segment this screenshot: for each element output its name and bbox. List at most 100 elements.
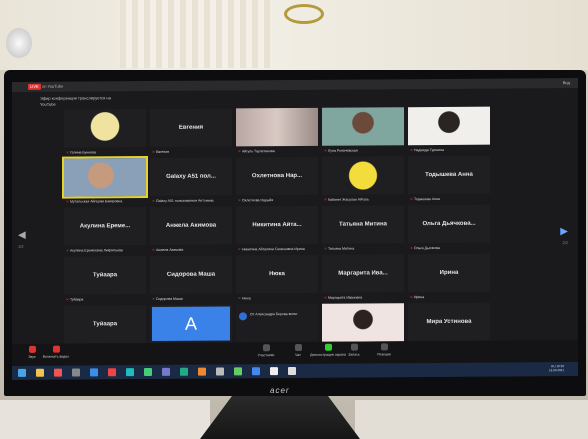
tray-date: 16.09.2021 [548, 368, 564, 373]
taskbar-app-icon[interactable] [234, 367, 242, 376]
participant-label: ✕Галина Бунеева [66, 150, 96, 154]
participant-tile[interactable]: Нюка ✕Нюка [236, 254, 318, 300]
zoom-window: LIVE on YouTube Вид Эфир конференции тра… [12, 78, 578, 380]
participant-tile[interactable]: Ольга Дьячкова... ✕Ольга Дьячкова [408, 204, 490, 250]
toolbar-button-label: Участники [257, 353, 275, 358]
video-grid: ✕Галина Бунеева Евгения ✕Евгения ✕Айгуль Та… [62, 106, 544, 351]
participant-tile[interactable]: Ирина ✕Ирина [408, 253, 490, 299]
taskbar-app-icon[interactable] [126, 368, 134, 377]
taskbar-app-icon[interactable] [288, 366, 296, 376]
curtain [120, 0, 270, 68]
participant-tile[interactable]: ✕Айгуль Таулетинова [236, 107, 318, 153]
toolbar-button[interactable]: Реакции [366, 343, 402, 356]
participant-tile[interactable]: Туйаара✕Туйаара [64, 305, 146, 351]
taskbar-app-icon[interactable] [252, 367, 260, 376]
participant-tile[interactable]: ✕Ирина Гнаска [322, 303, 404, 349]
muted-mic-icon: ✕ [152, 149, 155, 154]
participant-tile[interactable]: От Александра Берова всем:✕Спасибо больш… [236, 303, 318, 349]
participant-tile[interactable]: ✕Кабинет Жасулан Айгуль [322, 156, 404, 202]
toolbar-button[interactable]: Участники [248, 344, 284, 357]
chat-icon [294, 343, 302, 352]
participant-name: Никитина Айта... [252, 221, 302, 229]
participant-label: ✕Луна Роначевская [324, 149, 358, 153]
participant-tile[interactable]: Мира Устинова✕Мира Устинова [408, 302, 490, 348]
muted-mic-icon: ✕ [238, 247, 241, 252]
taskbar-app-icon[interactable] [216, 367, 224, 376]
participant-tile[interactable]: Анжела Акимова ✕Анжела Акимова [150, 206, 232, 252]
participant-label: ✕Маргарита Ивановна [324, 296, 362, 300]
taskbar-app-icon[interactable] [180, 367, 188, 376]
toolbar-button-label: Запись [348, 352, 360, 357]
taskbar-app-icon[interactable] [18, 368, 26, 377]
muted-mic-icon: ✕ [66, 248, 69, 253]
participant-label-text: Надежда Туршина [413, 147, 444, 153]
taskbar-app-icon[interactable] [72, 368, 80, 377]
participant-name: Мира Устинова [426, 318, 472, 326]
muted-mic-icon: ✕ [152, 198, 155, 203]
taskbar-app-icon[interactable] [36, 368, 44, 377]
participant-tile[interactable]: Сидорова Маша ✕Сидорова Маша [150, 255, 232, 301]
participant-label: ✕Охлетнова Нарыйя [238, 198, 273, 202]
participant-tile[interactable]: A✕Александра Бахова [150, 304, 232, 350]
participant-name: Galaxy A51 пол... [166, 173, 216, 180]
participant-tile[interactable]: Охлетнова Нар... ✕Охлетнова Нарыйя [236, 156, 318, 202]
desk-right [355, 400, 588, 439]
participant-tile[interactable]: Евгения ✕Евгения [150, 108, 232, 154]
share-screen-icon [324, 343, 332, 351]
desk-left [0, 400, 210, 439]
participant-label-text: Ольга Дьячкова [413, 245, 440, 251]
prev-page-icon[interactable]: ◀ [18, 230, 26, 241]
participant-video [408, 106, 490, 146]
muted-mic-icon: ✕ [238, 296, 241, 301]
muted-mic-icon: ✕ [66, 199, 69, 204]
participant-tile[interactable]: Тодышева Анна ✕Тодышева Анна [408, 155, 490, 201]
participant-name: Ирина [439, 269, 459, 276]
participant-label-text: Акулина Еремеевна Ликрильева [69, 248, 123, 253]
stream-note: Эфир конференции транслируется на YouTub… [40, 95, 111, 107]
participant-tile[interactable]: Galaxy A51 пол... ✕Galaxy A51 пользовател… [150, 157, 232, 203]
participant-label: ✕Надежда Туршина [410, 148, 444, 152]
avatar: A [152, 306, 230, 341]
participant-tile[interactable]: Маргарита Ива... ✕Маргарита Ивановна [322, 254, 404, 300]
monitor-stand [200, 396, 360, 439]
participant-label-text: Ирина [413, 295, 425, 300]
participant-label: ✕Туйаара [66, 297, 83, 301]
taskbar-app-icon[interactable] [90, 368, 98, 377]
taskbar-app-icon[interactable] [198, 367, 206, 376]
participant-label: ✕Ольга Дьячкова [410, 246, 440, 250]
participant-label-text: Galaxy A51 пользователя Антонина [155, 198, 214, 203]
participant-tile[interactable]: ✕Галина Бунеева [64, 109, 146, 155]
participant-tile[interactable]: Туйаара✕Туйаара [64, 256, 146, 302]
taskbar-app-icon[interactable] [270, 367, 278, 376]
chat-avatar-icon [239, 312, 247, 321]
participant-label: ✕Ирина [410, 295, 424, 299]
participant-label-text: Айгуль Таулетинова [241, 149, 275, 154]
platform-label: on YouTube [42, 83, 64, 89]
next-page-icon[interactable]: ▶ [560, 226, 568, 237]
participant-label-text: Охлетнова Нарыйя [241, 198, 274, 203]
taskbar-app-icon[interactable] [54, 368, 62, 377]
muted-mic-icon: ✕ [410, 295, 413, 300]
participant-tile[interactable]: Акулина Ереме... ✕Акулина Еремеевна Ликри… [64, 207, 146, 253]
monitor-logo: acer [270, 386, 290, 395]
participant-video [322, 107, 404, 146]
taskbar-app-icon[interactable] [162, 367, 170, 376]
toolbar-button[interactable]: Включить видео [38, 345, 74, 359]
participant-label-text: Нюка [241, 296, 251, 301]
participant-tile[interactable]: ✕Мутальская Айгерим Бакировна [62, 156, 148, 204]
muted-mic-icon: ✕ [152, 296, 155, 301]
participant-label: ✕Galaxy A51 пользователя Антонина [152, 199, 214, 203]
muted-mic-icon: ✕ [410, 148, 413, 153]
participant-name: Охлетнова Нар... [251, 172, 303, 180]
taskbar-app-icon[interactable] [108, 368, 116, 377]
participant-label: ✕Никитина Айталина Семеновна Ирина [238, 247, 305, 251]
participant-tile[interactable]: Никитина Айта... ✕Никитина Айталина Семен… [236, 205, 318, 251]
participant-name: Акулина Ереме... [79, 223, 131, 230]
participant-tile[interactable]: ✕Надежда Туршина [408, 106, 490, 152]
view-button[interactable]: Вид [563, 78, 570, 88]
taskbar-app-icon[interactable] [144, 367, 152, 377]
participant-tile[interactable]: ✕Луна Роначевская [322, 107, 404, 153]
participant-label: ✕Татьяна Митина [324, 247, 354, 251]
participant-tile[interactable]: Татьяна Митина ✕Татьяна Митина [322, 205, 404, 251]
participant-label-text: Кабинет Жасулан Айгуль [327, 197, 369, 202]
